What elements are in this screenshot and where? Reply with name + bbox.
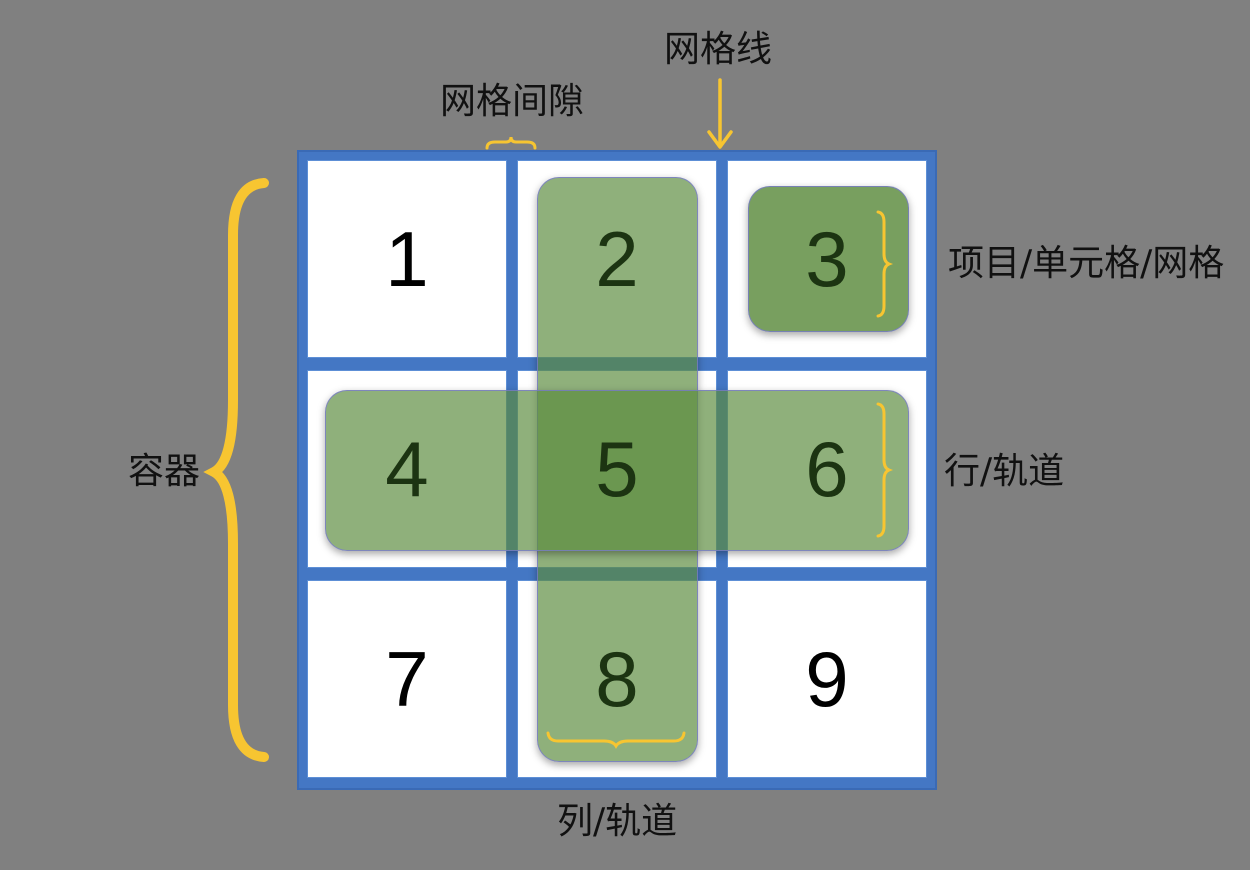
gap-brace-icon: [485, 136, 537, 150]
container-brace-icon: [203, 178, 269, 762]
annotation-layer: [203, 78, 894, 762]
row-brace-icon: [876, 402, 894, 538]
down-arrow-icon: [707, 78, 733, 149]
item-brace-icon: [876, 210, 894, 318]
column-brace-icon: [546, 731, 686, 749]
